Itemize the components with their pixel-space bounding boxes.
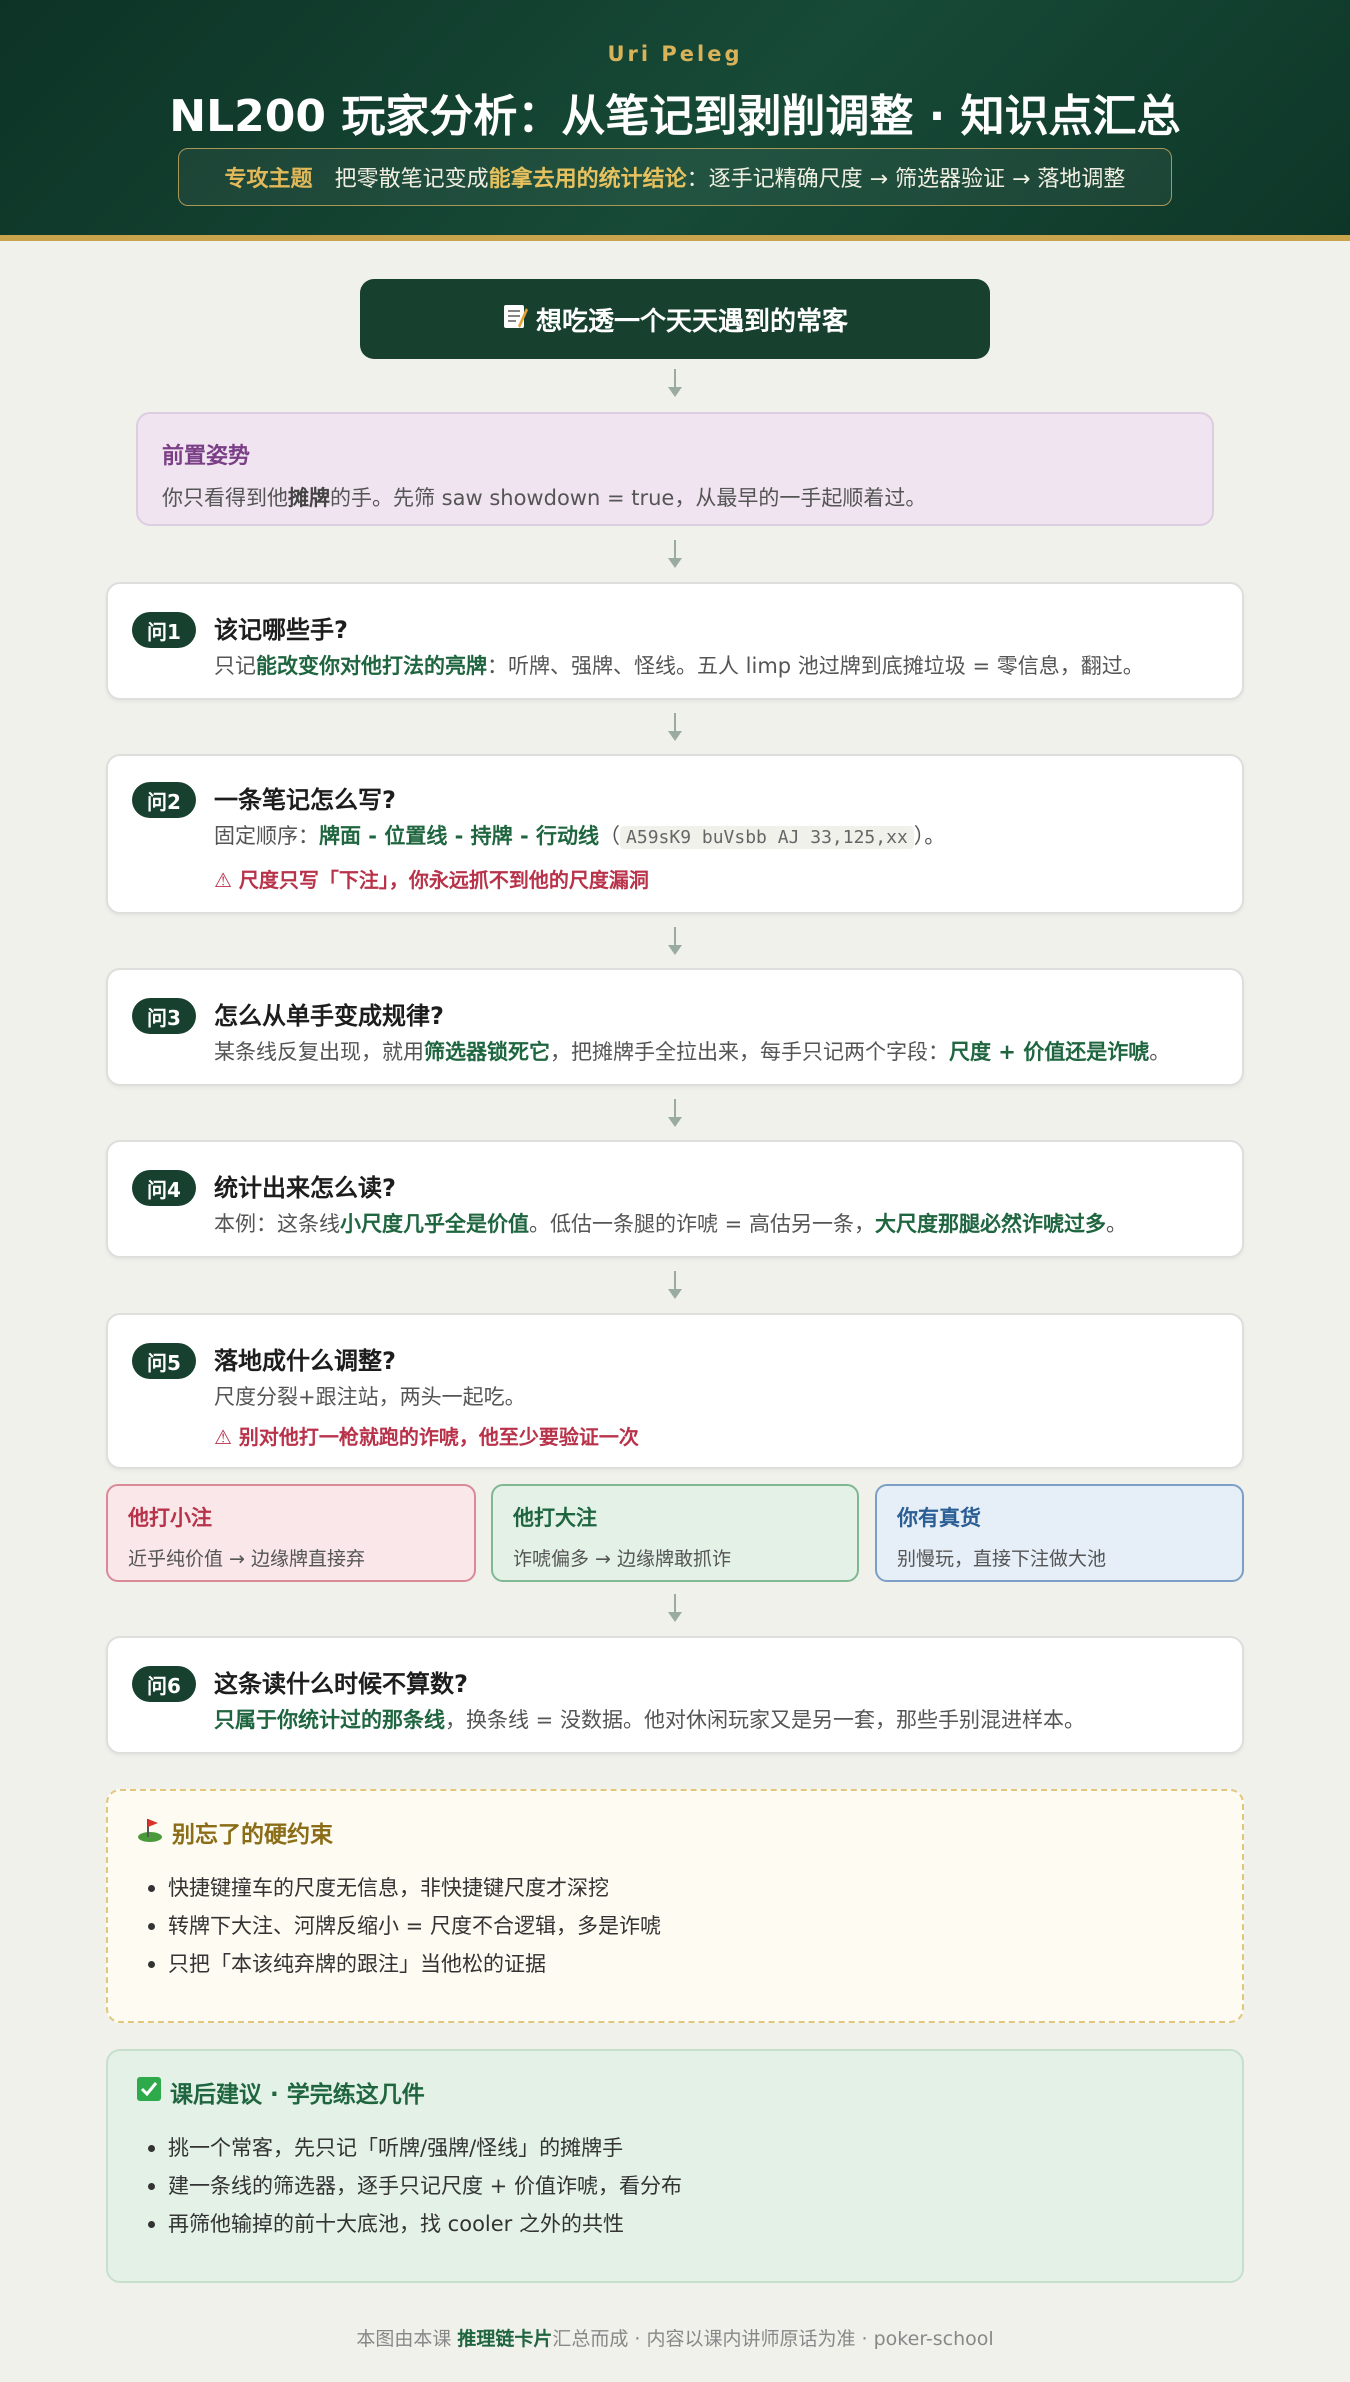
suggestions-box: 课后建议 · 学完练这几件 挑一个常客，先只记「听牌/强牌/怪线」的摊牌手 建一…: [106, 2049, 1244, 2283]
question-text: 固定顺序：牌面 - 位置线 - 持牌 - 行动线（ A59sK9 buVsbb A…: [214, 824, 946, 849]
question-card-5: 问5 落地成什么调整? 尺度分裂+跟注站，两头一起吃。 ⚠ 别对他打一枪就跑的诈…: [106, 1313, 1244, 1469]
question-card-1: 问1 该记哪些手? 只记能改变你对他打法的亮牌：听牌、强牌、怪线。五人 limp…: [106, 582, 1244, 700]
suggestions-title: 课后建议 · 学完练这几件: [136, 2075, 1214, 2109]
question-badge: 问2: [132, 782, 196, 818]
question-title: 这条读什么时候不算数?: [214, 1670, 468, 1698]
question-card-2: 问2 一条笔记怎么写? 固定顺序：牌面 - 位置线 - 持牌 - 行动线（ A59…: [106, 754, 1244, 914]
list-item: 只把「本该纯弃牌的跟注」当他松的证据: [148, 1945, 1214, 1983]
question-badge: 问4: [132, 1170, 196, 1206]
flow-arrow: [664, 1594, 686, 1624]
split-title: 你有真货: [897, 1506, 981, 1530]
list-item: 快捷键撞车的尺度无信息，非快捷键尺度才深挖: [148, 1869, 1214, 1907]
flow-arrow: [664, 1271, 686, 1301]
footer-text: 本图由本课 推理链卡片汇总而成 · 内容以课内讲师原话为准 · poker-sc…: [356, 2328, 994, 2350]
question-title: 该记哪些手?: [214, 616, 348, 644]
split-small-bet: 他打小注 近乎纯价值 → 边缘牌直接弃: [106, 1484, 476, 1582]
list-item: 再筛他输掉的前十大底池，找 cooler 之外的共性: [148, 2205, 1214, 2243]
question-badge: 问6: [132, 1666, 196, 1702]
list-item: 建一条线的筛选器，逐手只记尺度 + 价值诈唬，看分布: [148, 2167, 1214, 2205]
constraints-list: 快捷键撞车的尺度无信息，非快捷键尺度才深挖 转牌下大注、河牌反缩小 = 尺度不合…: [136, 1869, 1214, 1983]
author-name: Uri Peleg: [607, 42, 743, 66]
list-item: 挑一个常客，先只记「听牌/强牌/怪线」的摊牌手: [148, 2129, 1214, 2167]
question-title: 怎么从单手变成规律?: [214, 1002, 444, 1030]
split-strong-hand: 你有真货 别慢玩，直接下注做大池: [875, 1484, 1244, 1582]
question-text: 只属于你统计过的那条线，换条线 = 没数据。他对休闲玩家又是另一套，那些手别混进…: [214, 1708, 1085, 1732]
flow-arrow: [664, 927, 686, 957]
flow-arrow: [664, 713, 686, 743]
question-text: 只记能改变你对他打法的亮牌：听牌、强牌、怪线。五人 limp 池过牌到底摊垃圾 …: [214, 654, 1144, 678]
question-badge: 问3: [132, 998, 196, 1034]
warning-text: ⚠ 尺度只写「下注」，你永远抓不到他的尺度漏洞: [214, 868, 649, 892]
flow-arrow: [664, 1099, 686, 1129]
prerequisite-title: 前置姿势: [162, 444, 251, 469]
note-code-sample: A59sK9 buVsbb AJ 33,125,xx: [620, 826, 914, 849]
constraints-box: 别忘了的硬约束 快捷键撞车的尺度无信息，非快捷键尺度才深挖 转牌下大注、河牌反缩…: [106, 1789, 1244, 2023]
question-title: 落地成什么调整?: [214, 1347, 396, 1375]
split-big-bet: 他打大注 诈唬偏多 → 边缘牌敢抓诈: [491, 1484, 859, 1582]
question-text: 某条线反复出现，就用筛选器锁死它，把摊牌手全拉出来，每手只记两个字段：尺度 + …: [214, 1040, 1171, 1064]
question-card-3: 问3 怎么从单手变成规律? 某条线反复出现，就用筛选器锁死它，把摊牌手全拉出来，…: [106, 968, 1244, 1086]
memo-icon: [502, 302, 528, 337]
start-text: 想吃透一个天天遇到的常客: [535, 306, 848, 337]
topic-box: 专攻主题 把零散笔记变成 能拿去用的统计结论 ：逐手记精确尺度 → 筛选器验证 → …: [178, 148, 1172, 206]
topic-prefix: 把零散笔记变成: [334, 167, 489, 192]
page-title: NL200 玩家分析：从笔记到剥削调整 · 知识点汇总: [169, 91, 1181, 142]
flow-arrow: [664, 540, 686, 570]
prerequisite-text: 你只看得到他摊牌的手。先筛 saw showdown = true，从最早的一手…: [162, 486, 927, 510]
split-text: 近乎纯价值 → 边缘牌直接弃: [128, 1548, 365, 1570]
header-banner: Uri Peleg NL200 玩家分析：从笔记到剥削调整 · 知识点汇总 专攻…: [0, 0, 1350, 241]
question-badge: 问1: [132, 612, 196, 648]
constraints-title: 别忘了的硬约束: [136, 1815, 1214, 1849]
question-card-4: 问4 统计出来怎么读? 本例：这条线小尺度几乎全是价值。低估一条腿的诈唬 = 高…: [106, 1140, 1244, 1258]
split-title: 他打大注: [513, 1506, 597, 1530]
golf-flag-icon: [136, 1815, 164, 1849]
suggestions-list: 挑一个常客，先只记「听牌/强牌/怪线」的摊牌手 建一条线的筛选器，逐手只记尺度 …: [136, 2129, 1214, 2243]
warning-text: ⚠ 别对他打一枪就跑的诈唬，他至少要验证一次: [214, 1425, 639, 1449]
question-title: 统计出来怎么读?: [214, 1174, 396, 1202]
flow-arrow: [664, 369, 686, 399]
question-title: 一条笔记怎么写?: [214, 786, 396, 814]
list-item: 转牌下大注、河牌反缩小 = 尺度不合逻辑，多是诈唬: [148, 1907, 1214, 1945]
split-text: 别慢玩，直接下注做大池: [897, 1548, 1107, 1570]
question-badge: 问5: [132, 1343, 196, 1379]
question-text: 本例：这条线小尺度几乎全是价值。低估一条腿的诈唬 = 高估另一条，大尺度那腿必然…: [214, 1212, 1127, 1236]
check-box-icon: [136, 2076, 162, 2108]
prerequisite-box: 前置姿势 你只看得到他摊牌的手。先筛 saw showdown = true，从…: [136, 412, 1214, 526]
topic-emphasis: 能拿去用的统计结论: [488, 167, 687, 192]
topic-suffix: ：逐手记精确尺度 → 筛选器验证 → 落地调整: [686, 167, 1126, 192]
question-text: 尺度分裂+跟注站，两头一起吃。: [214, 1385, 526, 1409]
question-card-6: 问6 这条读什么时候不算数? 只属于你统计过的那条线，换条线 = 没数据。他对休…: [106, 1636, 1244, 1754]
split-text: 诈唬偏多 → 边缘牌敢抓诈: [513, 1548, 731, 1570]
start-box: 想吃透一个天天遇到的常客: [360, 279, 990, 359]
topic-label: 专攻主题: [224, 167, 313, 192]
split-title: 他打小注: [128, 1506, 212, 1530]
